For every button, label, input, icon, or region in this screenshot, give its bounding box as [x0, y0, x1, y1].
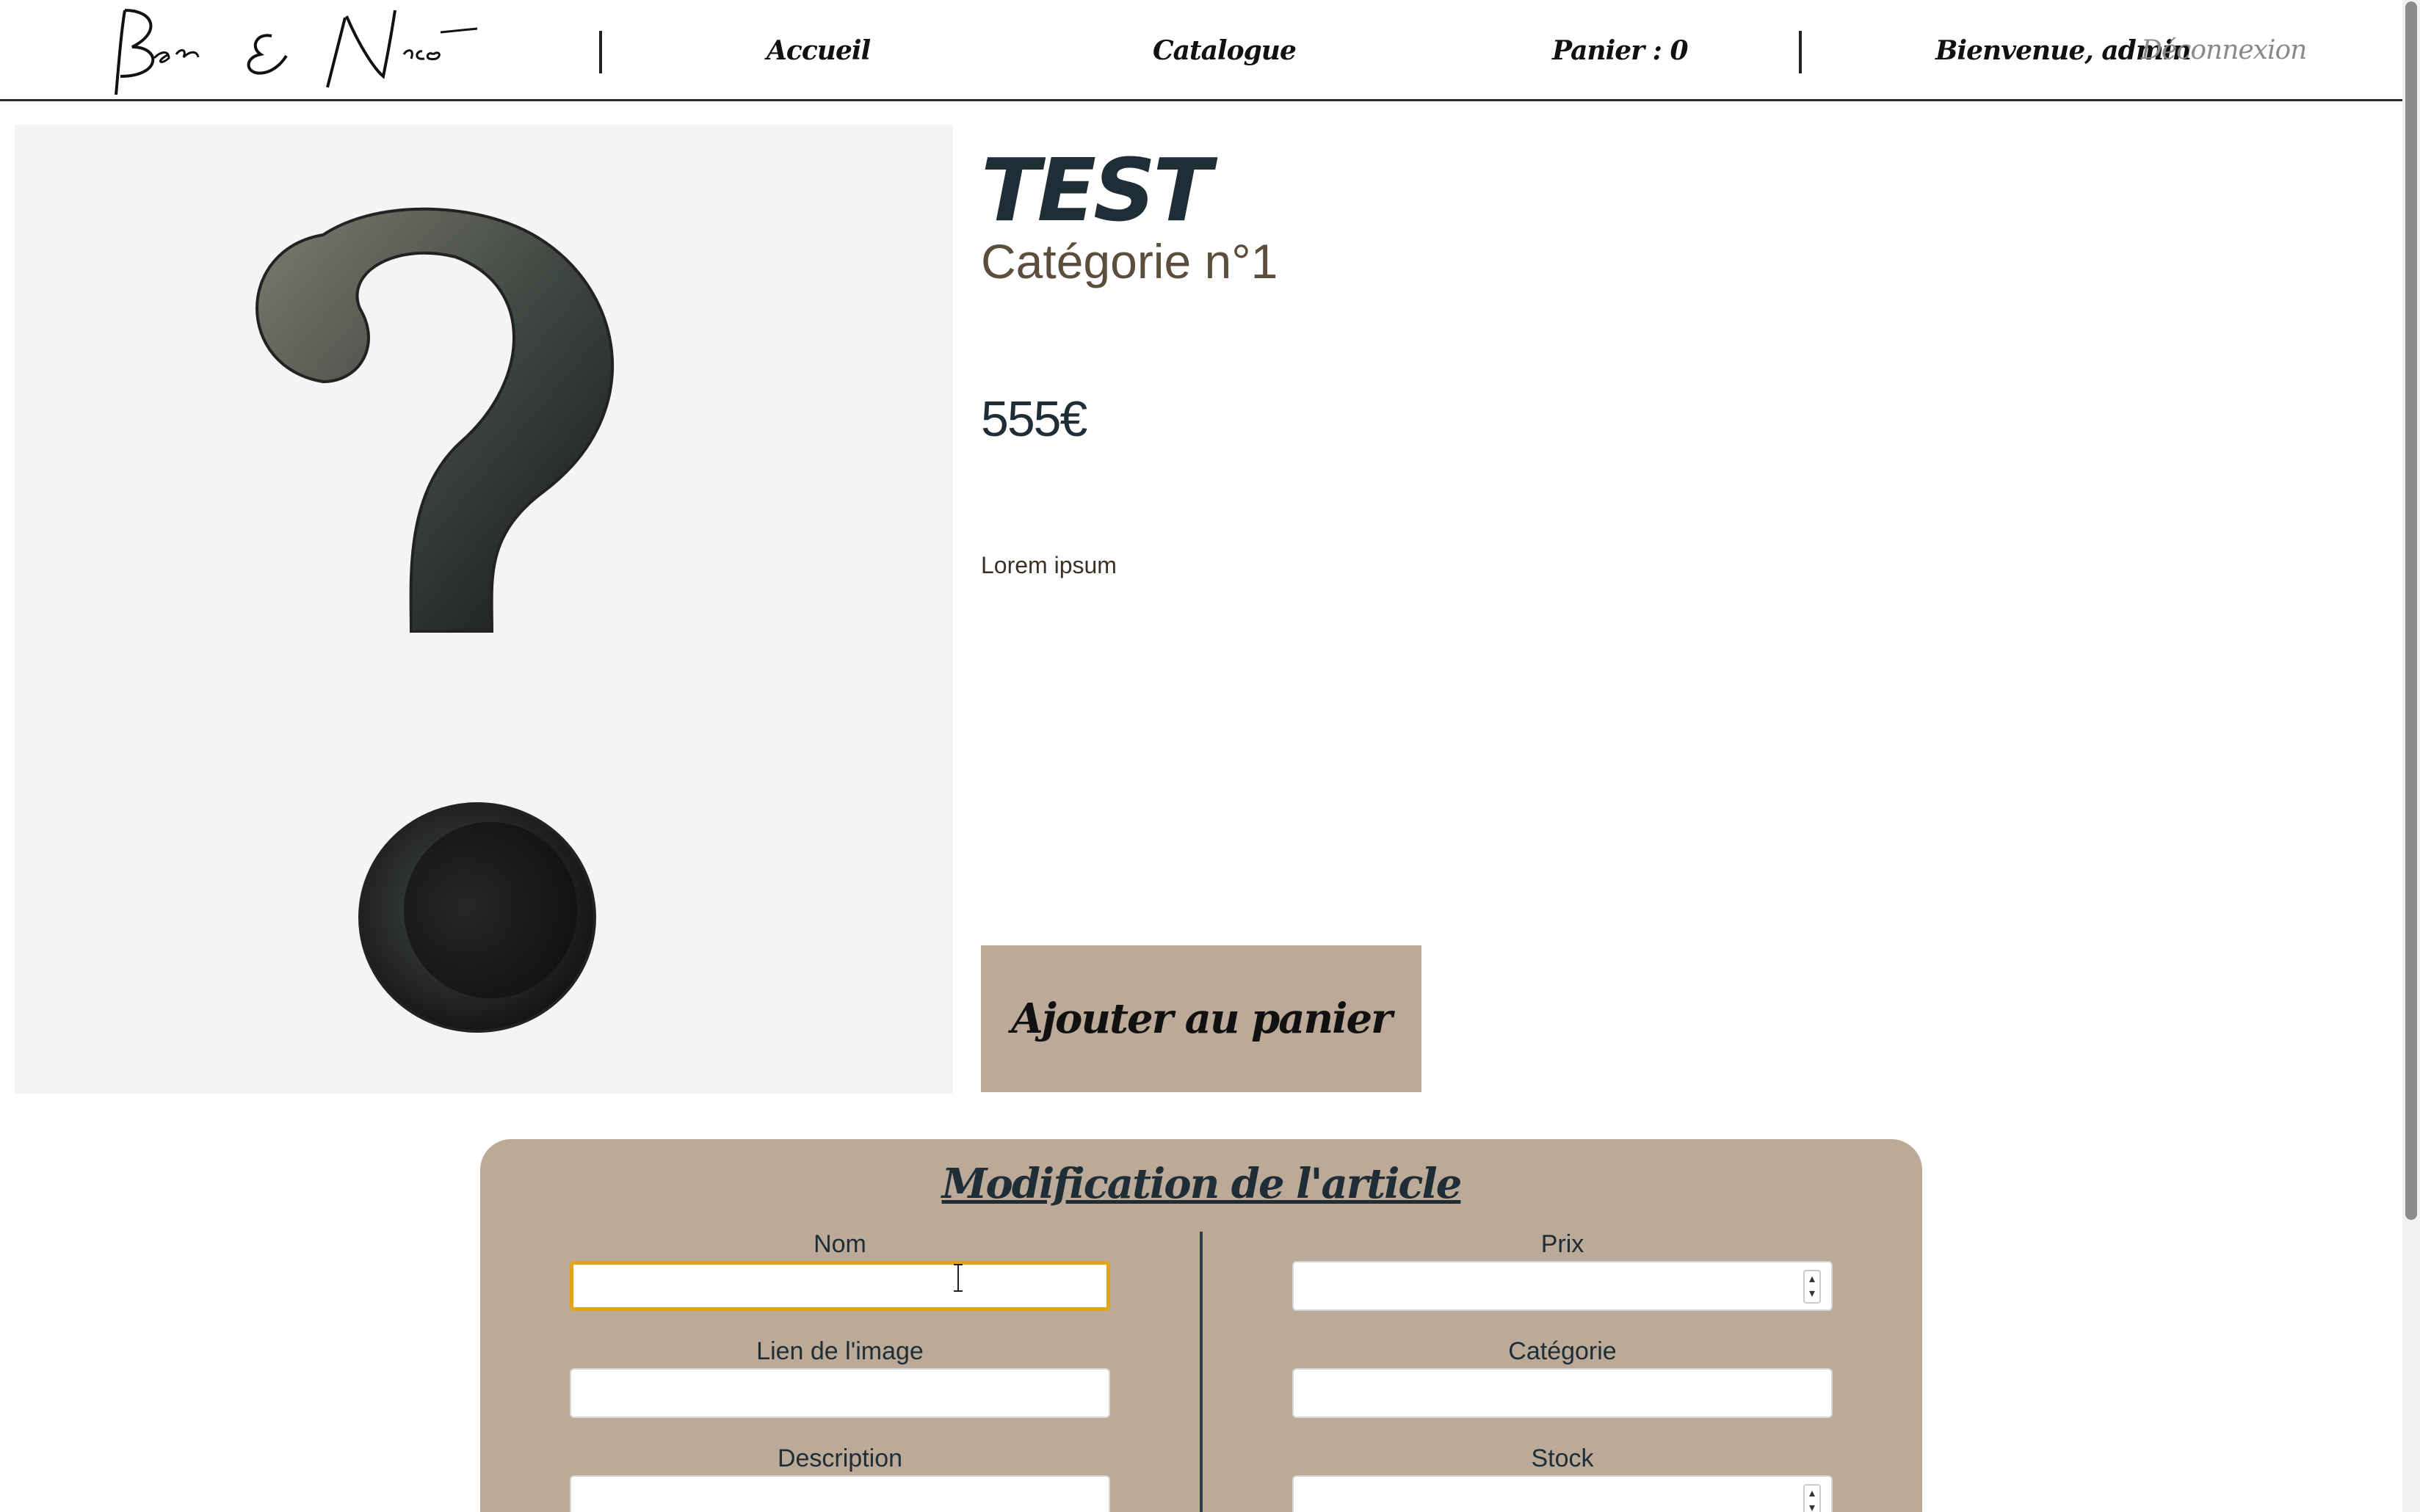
scrollbar-thumb[interactable]	[2405, 1, 2417, 1220]
navbar: Accueil Catalogue Panier : 0 Bienvenue, …	[0, 0, 2402, 101]
brand-logo[interactable]	[110, 3, 485, 98]
number-spinner-icon[interactable]: ▴ ▾	[1803, 1270, 1821, 1304]
stock-input[interactable]: ▴ ▾	[1292, 1475, 1833, 1512]
nav-link-home[interactable]: Accueil	[767, 35, 871, 66]
question-mark-icon	[256, 207, 615, 1033]
product-image	[15, 125, 953, 1094]
price-input[interactable]: ▴ ▾	[1292, 1261, 1833, 1311]
logout-link[interactable]: Déconnexion	[2141, 35, 2307, 65]
edit-form-title: Modification de l'article	[941, 1160, 1463, 1208]
name-input[interactable]	[570, 1261, 1110, 1311]
image-link-input[interactable]	[570, 1368, 1110, 1418]
nav-link-cart[interactable]: Panier : 0	[1552, 35, 1689, 66]
category-label: Catégorie	[1508, 1337, 1617, 1365]
stock-label: Stock	[1531, 1444, 1594, 1472]
number-spinner-icon[interactable]: ▴ ▾	[1803, 1484, 1821, 1512]
add-to-cart-button[interactable]: Ajouter au panier	[981, 945, 1421, 1092]
nav-divider	[599, 31, 602, 73]
image-link-label: Lien de l'image	[756, 1337, 924, 1365]
text-cursor-icon	[954, 1264, 963, 1292]
product-description: Lorem ipsum	[981, 552, 1117, 578]
description-label: Description	[777, 1444, 903, 1472]
description-input[interactable]	[570, 1475, 1110, 1512]
form-divider	[1200, 1232, 1203, 1512]
product-category: Catégorie n°1	[981, 234, 1278, 288]
nav-link-catalog[interactable]: Catalogue	[1153, 35, 1297, 66]
nav-divider	[1799, 31, 1802, 73]
name-label: Nom	[814, 1230, 866, 1258]
product-title: TEST	[981, 139, 1212, 241]
product-price: 555€	[981, 391, 1087, 447]
edit-article-panel: Modification de l'article Nom Lien de l'…	[480, 1139, 1922, 1512]
price-label: Prix	[1540, 1230, 1584, 1258]
category-input[interactable]	[1292, 1368, 1833, 1418]
